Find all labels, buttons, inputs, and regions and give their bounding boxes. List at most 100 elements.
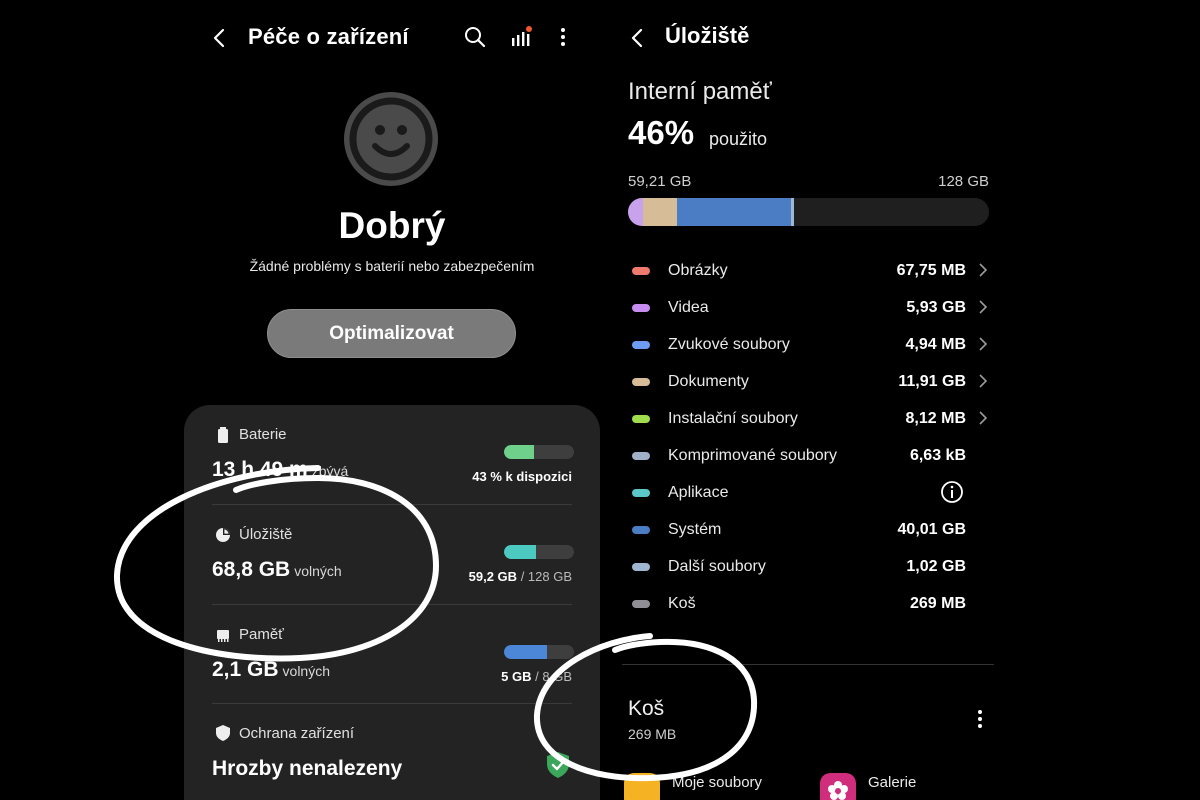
category-color-dot — [632, 451, 650, 460]
status-title: Dobrý — [338, 205, 446, 246]
category-color-dot — [632, 340, 650, 349]
category-size: 5,93 GB — [906, 298, 966, 316]
optimize-button[interactable]: Optimalizovat — [267, 309, 516, 358]
divider — [212, 703, 572, 704]
usage-segment-videos — [628, 198, 643, 226]
category-row[interactable]: Systém 40,01 GB — [628, 511, 992, 548]
category-size: 40,01 GB — [897, 520, 966, 538]
battery-row[interactable]: Baterie 13 h 49 m zbývá 43 % k dispozici — [184, 405, 600, 505]
category-size: 4,94 MB — [905, 335, 966, 353]
chevron-right-icon — [979, 300, 988, 314]
category-row[interactable]: Obrázky 67,75 MB — [628, 252, 992, 289]
category-name: Dokumenty — [668, 372, 749, 390]
memory-caption: 5 GB / 8 GB — [501, 669, 572, 684]
chevron-right-icon — [979, 337, 988, 351]
page-title: Péče o zařízení — [248, 24, 409, 49]
my-files-app-icon — [624, 773, 660, 800]
storage-caption: 59,2 GB / 128 GB — [468, 569, 572, 584]
category-row[interactable]: Videa 5,93 GB — [628, 289, 992, 326]
category-size: 11,91 GB — [898, 372, 966, 390]
category-row[interactable]: Koš 269 MB — [628, 585, 992, 622]
device-care-screen: Péče o zařízení Dobrý Žádné problémy s b… — [182, 0, 602, 800]
memory-bar — [504, 645, 574, 659]
category-color-dot — [632, 488, 650, 497]
category-size: 67,75 MB — [896, 261, 966, 279]
category-color-dot — [632, 266, 650, 275]
category-row[interactable]: Další soubory 1,02 GB — [628, 548, 992, 585]
category-color-dot — [632, 562, 650, 571]
battery-caption: 43 % k dispozici — [472, 469, 572, 484]
category-name: Systém — [668, 520, 722, 538]
status-smiley-icon — [344, 92, 438, 186]
shield-check-icon — [547, 752, 569, 778]
memory-chip-icon — [217, 630, 229, 642]
memory-value: 2,1 GB volných — [212, 658, 330, 681]
internal-storage-title: Interní paměť — [628, 78, 772, 105]
storage-pie-icon — [216, 528, 230, 542]
category-row[interactable]: Dokumenty 11,91 GB — [628, 363, 992, 400]
battery-label: Baterie — [239, 426, 287, 443]
category-row[interactable]: Zvukové soubory 4,94 MB — [628, 326, 992, 363]
trash-title: Koš — [628, 697, 665, 720]
back-arrow-icon[interactable] — [208, 26, 232, 50]
app-name: Galerie — [868, 774, 917, 791]
category-name: Zvukové soubory — [668, 335, 790, 353]
trash-size: 269 MB — [628, 726, 677, 742]
chevron-right-icon — [979, 263, 988, 277]
memory-bar-fill — [504, 645, 548, 659]
storage-usage-bar — [628, 198, 989, 226]
category-row[interactable]: Aplikace — [628, 474, 992, 511]
category-size: 1,02 GB — [906, 557, 966, 575]
category-row[interactable]: Instalační soubory 8,12 MB — [628, 400, 992, 437]
used-percent-label: použito — [709, 129, 768, 149]
category-size: 269 MB — [909, 594, 966, 612]
category-size: 6,63 kB — [909, 446, 966, 464]
category-color-dot — [632, 414, 650, 423]
category-name: Obrázky — [668, 261, 728, 279]
device-protection-label: Ochrana zařízení — [239, 725, 355, 742]
status-subtitle: Žádné problémy s baterií nebo zabezpečen… — [249, 258, 535, 274]
storage-bar-fill — [504, 545, 537, 559]
search-icon[interactable] — [462, 24, 488, 50]
storage-bar — [504, 545, 574, 559]
category-color-dot — [632, 599, 650, 608]
category-list: Obrázky 67,75 MB Videa 5,93 GB Zvukové soubo… — [628, 252, 992, 622]
category-name: Instalační soubory — [668, 409, 798, 427]
storage-label: Úložiště — [239, 526, 293, 543]
divider — [622, 664, 994, 665]
storage-screen: Úložiště Interní paměť 46% použito 59,21… — [602, 0, 1012, 800]
category-size: 8,12 MB — [905, 409, 966, 427]
usage-segment-other — [791, 198, 794, 226]
category-name: Aplikace — [668, 483, 729, 501]
back-arrow-icon[interactable] — [626, 26, 650, 50]
diagnostics-icon[interactable] — [508, 24, 534, 50]
battery-bar — [504, 445, 574, 459]
storage-row[interactable]: Úložiště 68,8 GB volných 59,2 GB / 128 GB — [184, 505, 600, 605]
device-protection-row[interactable]: Ochrana zařízení Hrozby nenalezeny — [184, 705, 600, 800]
memory-label: Paměť — [239, 626, 284, 643]
used-amount: 59,21 GB — [628, 173, 692, 190]
shield-icon — [216, 725, 230, 741]
battery-value: 13 h 49 m zbývá — [212, 458, 349, 481]
more-options-icon[interactable] — [970, 707, 990, 731]
device-care-header: Péče o zařízení — [182, 18, 602, 58]
category-name: Koš — [668, 594, 696, 612]
page-title: Úložiště — [665, 23, 750, 48]
category-name: Další soubory — [668, 557, 766, 575]
gallery-app-icon — [820, 773, 856, 800]
battery-icon — [218, 427, 228, 443]
chevron-right-icon — [979, 411, 988, 425]
app-name: Moje soubory — [672, 774, 763, 791]
category-row[interactable]: Komprimované soubory 6,63 kB — [628, 437, 992, 474]
storage-value: 68,8 GB volných — [212, 558, 342, 581]
usage-segment-documents — [643, 198, 677, 226]
battery-bar-fill — [504, 445, 535, 459]
more-options-icon[interactable] — [550, 24, 576, 50]
usage-segment-system — [677, 198, 791, 226]
category-color-dot — [632, 303, 650, 312]
category-color-dot — [632, 377, 650, 386]
memory-row[interactable]: Paměť 2,1 GB volných 5 GB / 8 GB — [184, 605, 600, 705]
status-card: Baterie 13 h 49 m zbývá 43 % k dispozici … — [184, 405, 600, 800]
info-icon[interactable] — [940, 480, 964, 504]
chevron-right-icon — [979, 374, 988, 388]
